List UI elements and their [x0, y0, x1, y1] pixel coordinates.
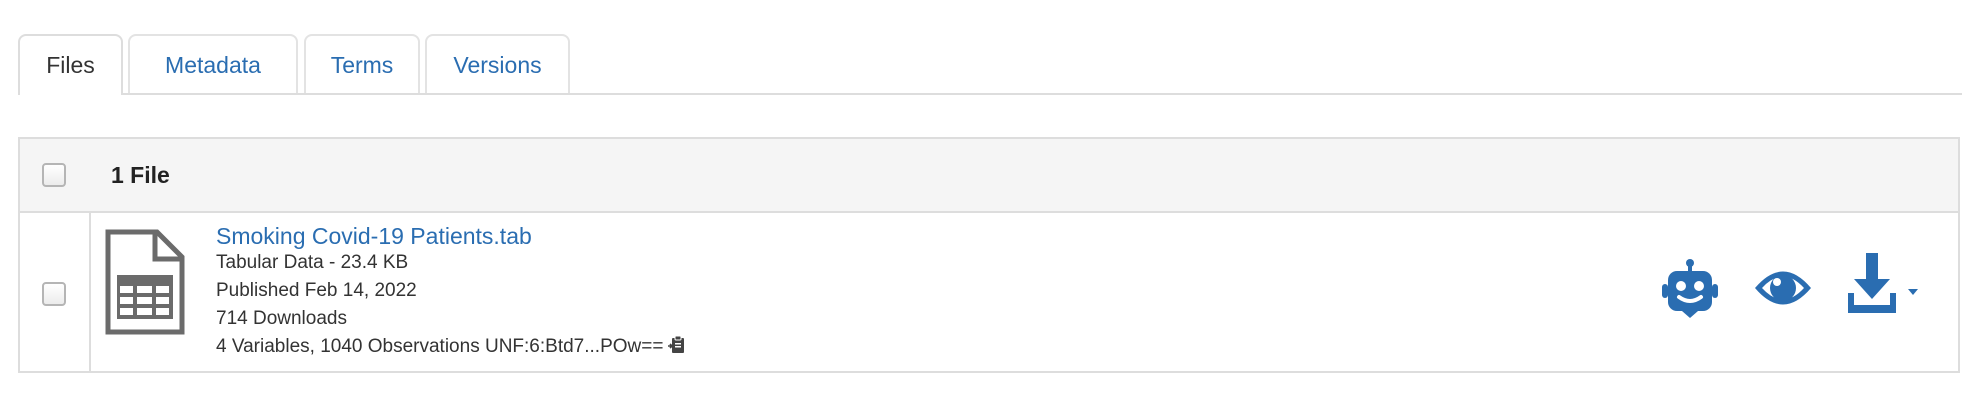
table-row: Smoking Covid-19 Patients.tab Tabular Da…: [20, 213, 1958, 371]
tab-terms[interactable]: Terms: [304, 34, 420, 93]
row-select-checkbox[interactable]: [42, 282, 66, 306]
file-name-link[interactable]: Smoking Covid-19 Patients.tab: [216, 221, 687, 251]
download-icon[interactable]: [1846, 253, 1926, 319]
tabular-file-icon[interactable]: [105, 229, 185, 335]
tab-files[interactable]: Files: [18, 34, 123, 95]
file-info: Smoking Covid-19 Patients.tab Tabular Da…: [216, 221, 687, 361]
tab-versions[interactable]: Versions: [425, 34, 570, 93]
file-variables-unf-line: 4 Variables, 1040 Observations UNF:6:Btd…: [216, 333, 687, 361]
file-variables-unf: 4 Variables, 1040 Observations UNF:6:Btd…: [216, 336, 664, 357]
tab-metadata[interactable]: Metadata: [128, 34, 298, 93]
copy-clipboard-icon[interactable]: [667, 335, 687, 355]
files-table: 1 File Smoking Covid-19 Patients.tab Tab…: [18, 137, 1960, 373]
files-table-header: 1 File: [20, 139, 1958, 213]
file-published-date: Published Feb 14, 2022: [216, 280, 417, 301]
file-count: 1 File: [111, 162, 170, 188]
eye-icon[interactable]: [1753, 263, 1813, 313]
tab-bar: Files Metadata Terms Versions: [18, 34, 1962, 95]
file-type-size: Tabular Data - 23.4 KB: [216, 252, 409, 273]
file-download-count: 714 Downloads: [216, 308, 347, 329]
select-all-checkbox[interactable]: [42, 163, 66, 187]
column-divider: [89, 213, 91, 371]
robot-icon[interactable]: [1660, 259, 1720, 319]
